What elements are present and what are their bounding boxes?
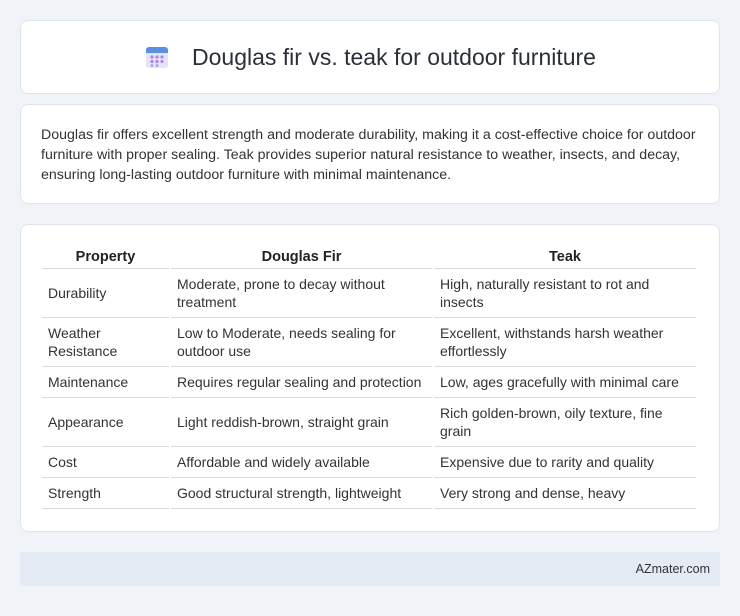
summary-text: Douglas fir offers excellent strength an…	[41, 127, 696, 183]
footer-brand-link[interactable]: AZmater.com	[636, 562, 710, 576]
table-row: Weather Resistance Low to Moderate, need…	[42, 318, 696, 367]
table-cell: Low to Moderate, needs sealing for outdo…	[171, 318, 432, 367]
calendar-icon	[144, 44, 170, 70]
table-cell: Low, ages gracefully with minimal care	[434, 367, 696, 398]
table-cell: Expensive due to rarity and quality	[434, 447, 696, 478]
table-row: Maintenance Requires regular sealing and…	[42, 367, 696, 398]
table-cell: Affordable and widely available	[171, 447, 432, 478]
table-row: Strength Good structural strength, light…	[42, 478, 696, 509]
table-cell: Very strong and dense, heavy	[434, 478, 696, 509]
title-card: Douglas fir vs. teak for outdoor furnitu…	[20, 20, 720, 94]
table-cell: Durability	[42, 269, 169, 318]
table-cell: Moderate, prone to decay without treatme…	[171, 269, 432, 318]
table-cell: Maintenance	[42, 367, 169, 398]
table-cell: Cost	[42, 447, 169, 478]
comparison-table: Property Douglas Fir Teak Durability Mod…	[40, 245, 698, 509]
page-title: Douglas fir vs. teak for outdoor furnitu…	[192, 43, 596, 70]
table-cell: Requires regular sealing and protection	[171, 367, 432, 398]
table-cell: Strength	[42, 478, 169, 509]
table-cell: Excellent, withstands harsh weather effo…	[434, 318, 696, 367]
column-header-douglas-fir: Douglas Fir	[171, 245, 432, 269]
table-cell: Rich golden-brown, oily texture, fine gr…	[434, 398, 696, 447]
table-cell: Light reddish-brown, straight grain	[171, 398, 432, 447]
table-row: Appearance Light reddish-brown, straight…	[42, 398, 696, 447]
table-row: Durability Moderate, prone to decay with…	[42, 269, 696, 318]
table-cell: Good structural strength, lightweight	[171, 478, 432, 509]
table-cell: High, naturally resistant to rot and ins…	[434, 269, 696, 318]
column-header-teak: Teak	[434, 245, 696, 269]
footer-bar: AZmater.com	[20, 552, 720, 586]
summary-card: Douglas fir offers excellent strength an…	[20, 104, 720, 204]
column-header-property: Property	[42, 245, 169, 269]
table-header-row: Property Douglas Fir Teak	[42, 245, 696, 269]
table-cell: Weather Resistance	[42, 318, 169, 367]
comparison-card: Property Douglas Fir Teak Durability Mod…	[20, 224, 720, 532]
table-cell: Appearance	[42, 398, 169, 447]
table-row: Cost Affordable and widely available Exp…	[42, 447, 696, 478]
